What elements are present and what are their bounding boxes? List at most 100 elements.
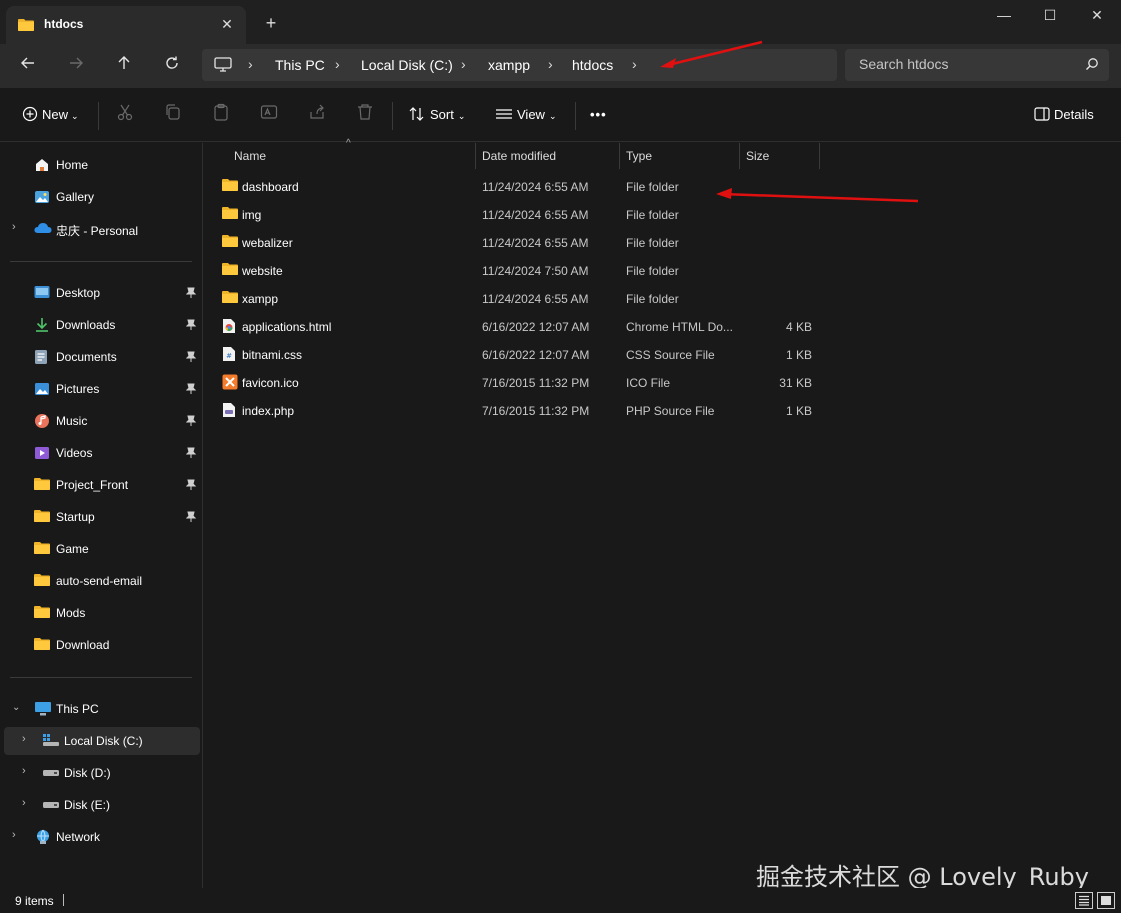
view-button[interactable]: View ⌄ (495, 103, 557, 127)
large-icons-view-toggle[interactable] (1097, 892, 1115, 909)
file-row-xampp[interactable]: xampp 11/24/2024 6:55 AM File folder (212, 284, 820, 312)
sidebar-item-label: Videos (56, 446, 93, 460)
file-row-dashboard[interactable]: dashboard 11/24/2024 6:55 AM File folder (212, 172, 820, 200)
sidebar-item-videos[interactable]: Videos (4, 439, 200, 467)
sidebar-item-disk-e[interactable]: › Disk (E:) (4, 791, 200, 819)
sidebar-item-local-disk-c[interactable]: › Local Disk (C:) (4, 727, 200, 755)
file-row-webalizer[interactable]: webalizer 11/24/2024 6:55 AM File folder (212, 228, 820, 256)
pin-icon[interactable] (185, 351, 197, 366)
sidebar-item-documents[interactable]: Documents (4, 343, 200, 371)
sidebar-item-music[interactable]: Music (4, 407, 200, 435)
sidebar-item-game[interactable]: Game (4, 535, 200, 563)
column-header-date-modified[interactable]: Date modified (482, 143, 617, 169)
file-name: index.php (242, 404, 295, 418)
file-row-favicon-ico[interactable]: favicon.ico 7/16/2015 11:32 PM ICO File … (212, 368, 820, 396)
sidebar-item-startup[interactable]: Startup (4, 503, 200, 531)
sidebar-item-downloads[interactable]: Downloads (4, 311, 200, 339)
file-date: 6/16/2022 12:07 AM (482, 320, 590, 334)
status-bar: 9 items (0, 888, 1121, 913)
sidebar-item-download[interactable]: Download (4, 631, 200, 659)
sidebar-item-label: This PC (56, 702, 99, 716)
sidebar-item-disk-d[interactable]: › Disk (D:) (4, 759, 200, 787)
file-date: 6/16/2022 12:07 AM (482, 348, 590, 362)
folder-icon (222, 178, 238, 195)
clipboard-icon (214, 103, 228, 121)
column-divider[interactable] (619, 143, 620, 169)
svg-text:#: # (226, 352, 232, 360)
item-count: 9 items (15, 894, 54, 908)
chevron-down-icon[interactable]: ⌄ (12, 702, 20, 713)
delete-button[interactable] (356, 103, 380, 127)
onedrive-icon (34, 221, 52, 238)
pin-icon[interactable] (185, 479, 197, 494)
sidebar-item-auto-send-email[interactable]: auto-send-email (4, 567, 200, 595)
column-divider[interactable] (475, 143, 476, 169)
file-row-index-php[interactable]: index.php 7/16/2015 11:32 PM PHP Source … (212, 396, 820, 424)
chevron-right-icon[interactable]: › (22, 765, 26, 777)
sidebar-item-label: Disk (E:) (64, 798, 110, 812)
folder-icon (34, 477, 50, 494)
chevron-right-icon[interactable]: › (12, 829, 16, 841)
file-type: File folder (626, 264, 679, 278)
more-options-button[interactable]: ••• (590, 103, 607, 127)
rename-button[interactable] (260, 103, 284, 127)
downloads-icon (34, 317, 50, 336)
desktop-icon (34, 285, 50, 302)
pin-icon[interactable] (185, 511, 197, 526)
share-button[interactable] (308, 103, 332, 127)
file-row-img[interactable]: img 11/24/2024 6:55 AM File folder (212, 200, 820, 228)
file-row-website[interactable]: website 11/24/2024 7:50 AM File folder (212, 256, 820, 284)
sidebar-item-pictures[interactable]: Pictures (4, 375, 200, 403)
sidebar-item-onedrive[interactable]: › 忠庆 - Personal (4, 215, 200, 243)
column-header-type[interactable]: Type (626, 143, 736, 169)
column-header-size[interactable]: Size (746, 143, 816, 169)
file-size: 1 KB (785, 348, 812, 362)
column-divider[interactable] (739, 143, 740, 169)
css-file-icon: # (222, 346, 236, 365)
file-row-bitnami-css[interactable]: # bitnami.css 6/16/2022 12:07 AM CSS Sou… (212, 340, 820, 368)
paste-button[interactable] (212, 103, 236, 127)
sidebar-item-network[interactable]: › Network (4, 823, 200, 851)
xampp-ico-icon (222, 374, 238, 393)
chevron-down-icon: ⌄ (457, 111, 466, 121)
pin-icon[interactable] (185, 415, 197, 430)
sidebar-item-label: Desktop (56, 286, 101, 300)
sidebar-item-home[interactable]: Home (4, 151, 200, 179)
folder-icon (34, 573, 50, 590)
details-button[interactable]: Details (1034, 103, 1094, 127)
file-date: 11/24/2024 6:55 AM (482, 236, 589, 250)
file-name: img (242, 208, 262, 222)
sidebar-item-gallery[interactable]: Gallery (4, 183, 200, 211)
pin-icon[interactable] (185, 319, 197, 334)
sidebar-item-label: Downloads (56, 318, 116, 332)
copy-button[interactable] (164, 103, 188, 127)
sidebar-item-desktop[interactable]: Desktop (4, 279, 200, 307)
sort-button[interactable]: Sort ⌄ (408, 103, 465, 127)
sidebar-item-this-pc[interactable]: ⌄ This PC (4, 695, 200, 723)
file-name: favicon.ico (242, 376, 299, 390)
folder-icon (34, 541, 50, 558)
new-label: New (42, 107, 69, 122)
file-row-applications-html[interactable]: applications.html 6/16/2022 12:07 AM Chr… (212, 312, 820, 340)
file-type: File folder (626, 236, 679, 250)
php-file-icon (222, 402, 236, 421)
cut-button[interactable] (116, 103, 140, 127)
folder-icon (34, 637, 50, 654)
new-button[interactable]: New ⌄ (22, 103, 79, 127)
pin-icon[interactable] (185, 287, 197, 302)
annotation-arrowhead-address (660, 58, 676, 68)
sidebar-item-label: Startup (56, 510, 95, 524)
details-view-toggle[interactable] (1075, 892, 1093, 909)
windows-drive-icon (42, 733, 60, 750)
column-header-name[interactable]: Name (234, 143, 474, 169)
sidebar-item-mods[interactable]: Mods (4, 599, 200, 627)
column-divider[interactable] (819, 143, 820, 169)
videos-icon (34, 445, 50, 464)
pin-icon[interactable] (185, 383, 197, 398)
sidebar-item-project-front[interactable]: Project_Front (4, 471, 200, 499)
chevron-right-icon[interactable]: › (22, 733, 26, 745)
folder-icon (222, 206, 238, 223)
chevron-right-icon[interactable]: › (22, 797, 26, 809)
pin-icon[interactable] (185, 447, 197, 462)
chevron-right-icon[interactable]: › (12, 221, 16, 233)
